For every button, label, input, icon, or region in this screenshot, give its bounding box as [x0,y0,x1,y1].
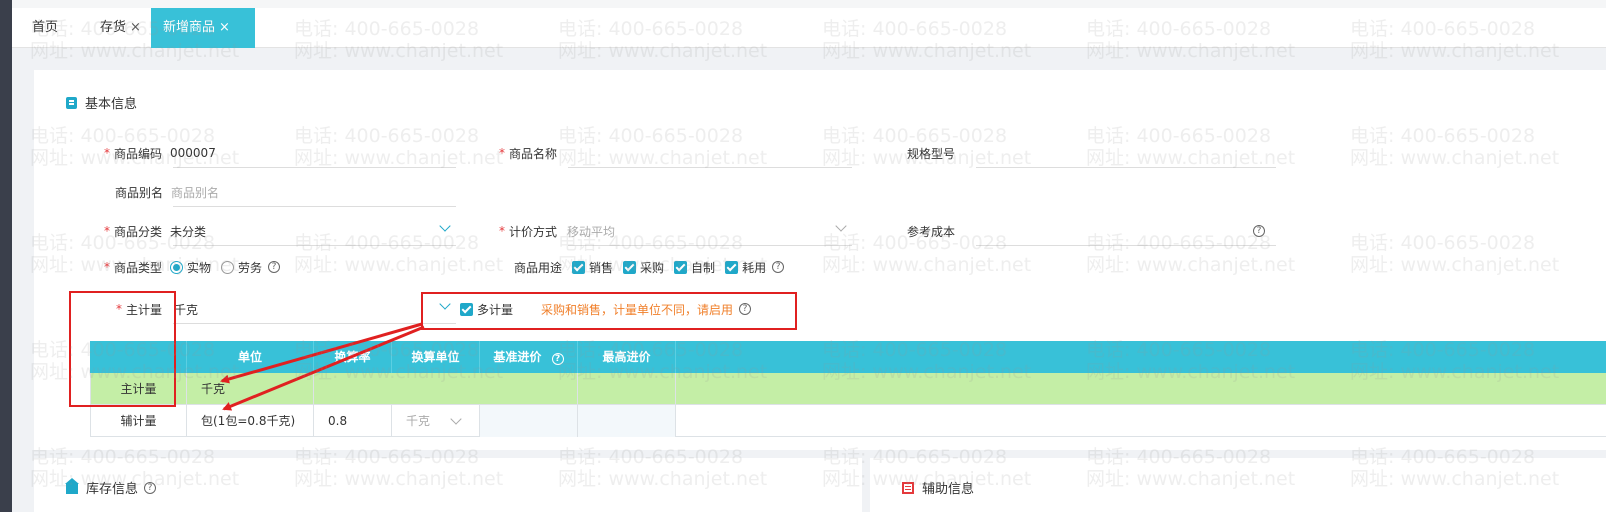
aux-info-panel: 辅助信息 [870,458,1606,512]
section-aux-info: 辅助信息 [902,478,974,497]
help-icon[interactable]: ? [144,481,157,494]
section-stock-info: 库存信息 ? [65,478,157,497]
section-title: 库存信息 [86,482,139,497]
section-title: 辅助信息 [922,482,975,497]
annotation-arrows [220,322,425,411]
home-icon [65,478,79,494]
stock-info-panel: 库存信息 ? [34,458,862,512]
arrow-to-main-unit [220,322,423,384]
arrow-to-aux-unit [222,325,425,411]
list-icon [902,481,914,494]
